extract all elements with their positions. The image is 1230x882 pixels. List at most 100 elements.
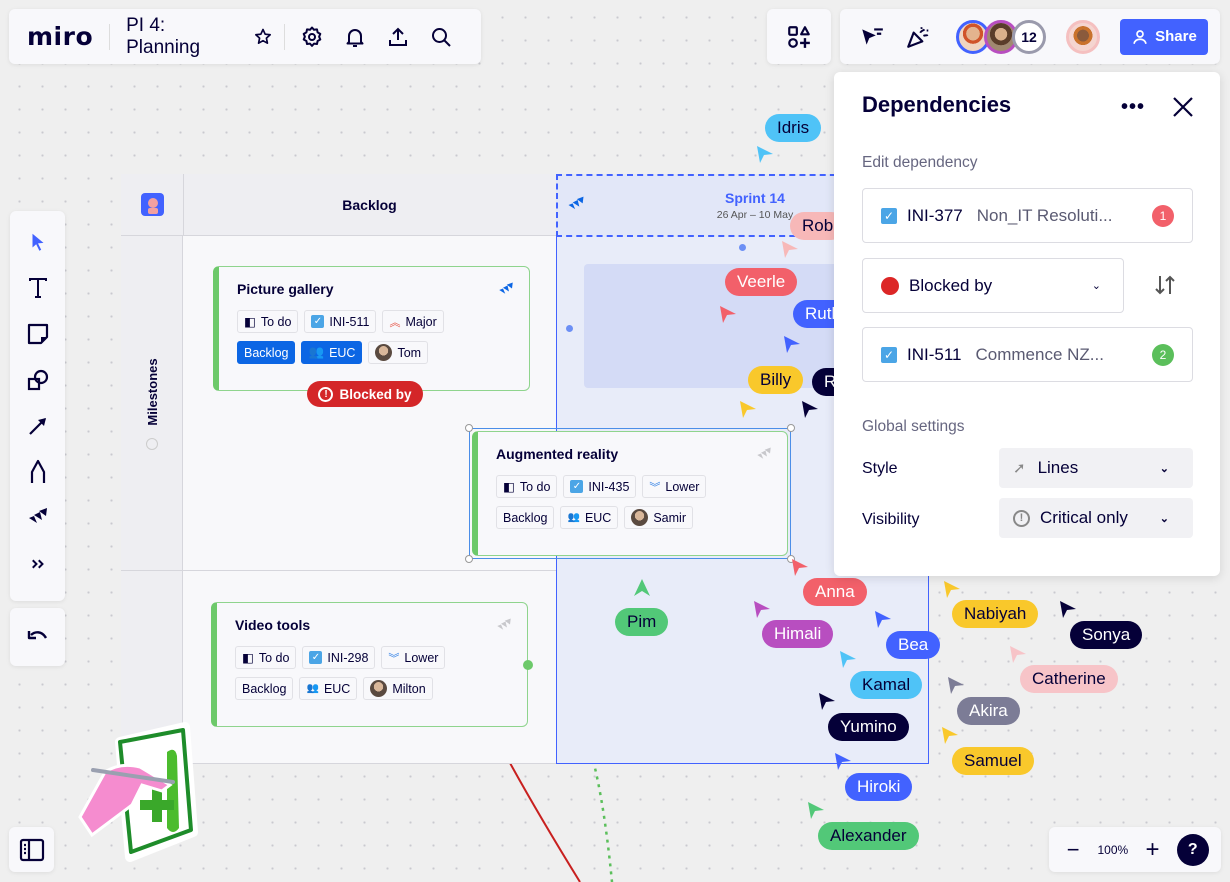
priority-chip[interactable]: ︾ Lower xyxy=(642,475,707,498)
style-dropdown[interactable]: ➚ Lines ⌄ xyxy=(999,448,1193,488)
resize-handle[interactable] xyxy=(465,424,473,432)
issue-key-chip[interactable]: ✓ INI-511 xyxy=(304,310,377,333)
collaborator-avatars: 12 xyxy=(956,19,1046,54)
text-tool-icon[interactable] xyxy=(16,265,60,311)
shapes-library-button[interactable] xyxy=(767,9,831,64)
priority-chip[interactable]: ︾ Lower xyxy=(381,646,446,669)
anchor-dot xyxy=(566,325,573,332)
cursor-arrow-icon xyxy=(944,581,960,598)
alert-icon: ! xyxy=(318,386,334,402)
checkbox-icon: ✓ xyxy=(881,207,897,224)
zoom-in-button[interactable]: + xyxy=(1140,836,1164,864)
team-chip[interactable]: 👥 EUC xyxy=(560,506,619,529)
team-icon: 👥 xyxy=(308,345,325,359)
jira-icon xyxy=(755,446,773,469)
visibility-dropdown[interactable]: ! Critical only ⌄ xyxy=(999,498,1193,538)
jira-card-video-tools[interactable]: Video tools ◧ To do ✓ INI-298 ︾ Lower Backl… xyxy=(211,602,528,727)
chevron-down-icon: ⌄ xyxy=(1159,462,1169,475)
status-chip[interactable]: ◧ To do xyxy=(235,646,297,669)
board-icon: ◧ xyxy=(244,315,256,329)
column-chip[interactable]: Backlog xyxy=(237,341,296,364)
target-key: INI-511 xyxy=(907,344,962,364)
select-tool-icon[interactable] xyxy=(16,219,60,265)
card-title: Picture gallery xyxy=(237,281,334,297)
checkbox-icon: ✓ xyxy=(309,651,323,664)
bell-icon[interactable] xyxy=(334,15,377,59)
column-chip[interactable]: Backlog xyxy=(235,677,294,700)
connector-handle[interactable] xyxy=(523,660,533,670)
jira-icon xyxy=(497,281,515,304)
shapes-icon[interactable] xyxy=(16,357,60,403)
alert-icon: ! xyxy=(1013,509,1030,527)
cursor-label-alexander: Alexander xyxy=(818,822,919,850)
resize-handle[interactable] xyxy=(465,555,473,563)
cursor-label-catherine: Catherine xyxy=(1020,665,1118,693)
cursor-filter-icon[interactable] xyxy=(852,17,892,57)
undo-icon xyxy=(27,631,47,640)
jira-card-augmented-reality[interactable]: Augmented reality ◧ To do ✓ INI-435 ︾ Lower… xyxy=(472,431,788,556)
zoom-level[interactable]: 100% xyxy=(1097,843,1128,857)
no-milestone-icon xyxy=(146,438,158,450)
jira-card-picture-gallery[interactable]: Picture gallery ◧ To do ✓ INI-511 ︽ Major B… xyxy=(213,266,530,391)
miro-logo[interactable]: miro xyxy=(27,22,93,51)
line-arrow-icon: ➚ xyxy=(1013,460,1026,477)
target-name: Commence NZ... xyxy=(975,344,1104,364)
celebrate-icon[interactable] xyxy=(898,17,938,57)
assignee-chip[interactable]: Milton xyxy=(363,677,433,700)
cursor-arrow-icon xyxy=(754,601,770,618)
cursor-arrow-icon xyxy=(757,146,773,163)
issue-key-chip[interactable]: ✓ INI-435 xyxy=(563,475,637,498)
share-button[interactable]: Share xyxy=(1120,18,1208,55)
board-title[interactable]: PI 4: Planning xyxy=(126,15,242,59)
source-badge: 1 xyxy=(1152,204,1174,227)
team-chip[interactable]: 👥 EUC xyxy=(299,677,358,700)
search-icon[interactable] xyxy=(420,15,463,59)
more-options-icon[interactable]: ••• xyxy=(1118,94,1148,120)
help-button[interactable]: ? xyxy=(1176,833,1209,866)
collaboration-bar: 12 Share xyxy=(840,9,1220,64)
target-item-field[interactable]: ✓ INI-511 Commence NZ... 2 xyxy=(862,327,1193,382)
column-chip[interactable]: Backlog xyxy=(496,506,555,529)
cursor-label-billy: Billy xyxy=(748,366,804,394)
cursor-label-idris: Idris xyxy=(765,114,822,142)
collaborator-count[interactable]: 12 xyxy=(1012,19,1046,54)
blocked-by-badge[interactable]: ! Blocked by xyxy=(307,381,423,407)
cursor-label-kamal: Kamal xyxy=(850,671,923,699)
priority-chip[interactable]: ︽ Major xyxy=(382,310,444,333)
dependencies-panel: Dependencies ••• Edit dependency ✓ INI-3… xyxy=(834,72,1220,576)
sidebar-toggle-button[interactable] xyxy=(9,827,54,872)
undo-button[interactable] xyxy=(10,608,65,666)
status-chip[interactable]: ◧ To do xyxy=(496,475,558,498)
status-chip[interactable]: ◧ To do xyxy=(237,310,299,333)
plus-one-sticker[interactable] xyxy=(75,722,200,862)
pen-tool-icon[interactable] xyxy=(16,449,60,495)
jira-icon[interactable] xyxy=(16,495,60,541)
jira-icon xyxy=(566,195,586,220)
arrow-tool-icon[interactable] xyxy=(16,403,60,449)
cursor-arrow-icon xyxy=(782,241,798,258)
source-name: Non_IT Resoluti... xyxy=(976,205,1113,225)
board-icon: ◧ xyxy=(242,651,254,665)
more-tools-icon[interactable] xyxy=(16,541,60,587)
cursor-label-yumino: Yumino xyxy=(828,713,909,741)
star-icon[interactable] xyxy=(248,22,277,52)
visibility-label: Visibility xyxy=(862,511,920,528)
resize-handle[interactable] xyxy=(787,424,795,432)
close-icon[interactable] xyxy=(1168,92,1198,122)
relation-dropdown[interactable]: Blocked by ⌄ xyxy=(862,258,1124,313)
source-item-field[interactable]: ✓ INI-377 Non_IT Resoluti... 1 xyxy=(862,188,1193,243)
sidebar-icon xyxy=(19,838,44,861)
sticky-note-icon[interactable] xyxy=(16,311,60,357)
cursor-arrow-icon xyxy=(835,753,851,770)
cursor-label-anna: Anna xyxy=(803,578,867,606)
user-icon xyxy=(1133,29,1147,44)
upload-icon[interactable] xyxy=(377,15,420,59)
team-chip[interactable]: 👥 EUC xyxy=(301,341,363,364)
swap-direction-icon[interactable] xyxy=(1150,268,1180,302)
settings-icon[interactable] xyxy=(290,15,333,59)
assignee-chip[interactable]: Tom xyxy=(368,341,429,364)
issue-key-chip[interactable]: ✓ INI-298 xyxy=(302,646,376,669)
current-user-avatar[interactable] xyxy=(1066,19,1100,54)
assignee-chip[interactable]: Samir xyxy=(624,506,693,529)
zoom-out-button[interactable]: − xyxy=(1061,837,1085,863)
